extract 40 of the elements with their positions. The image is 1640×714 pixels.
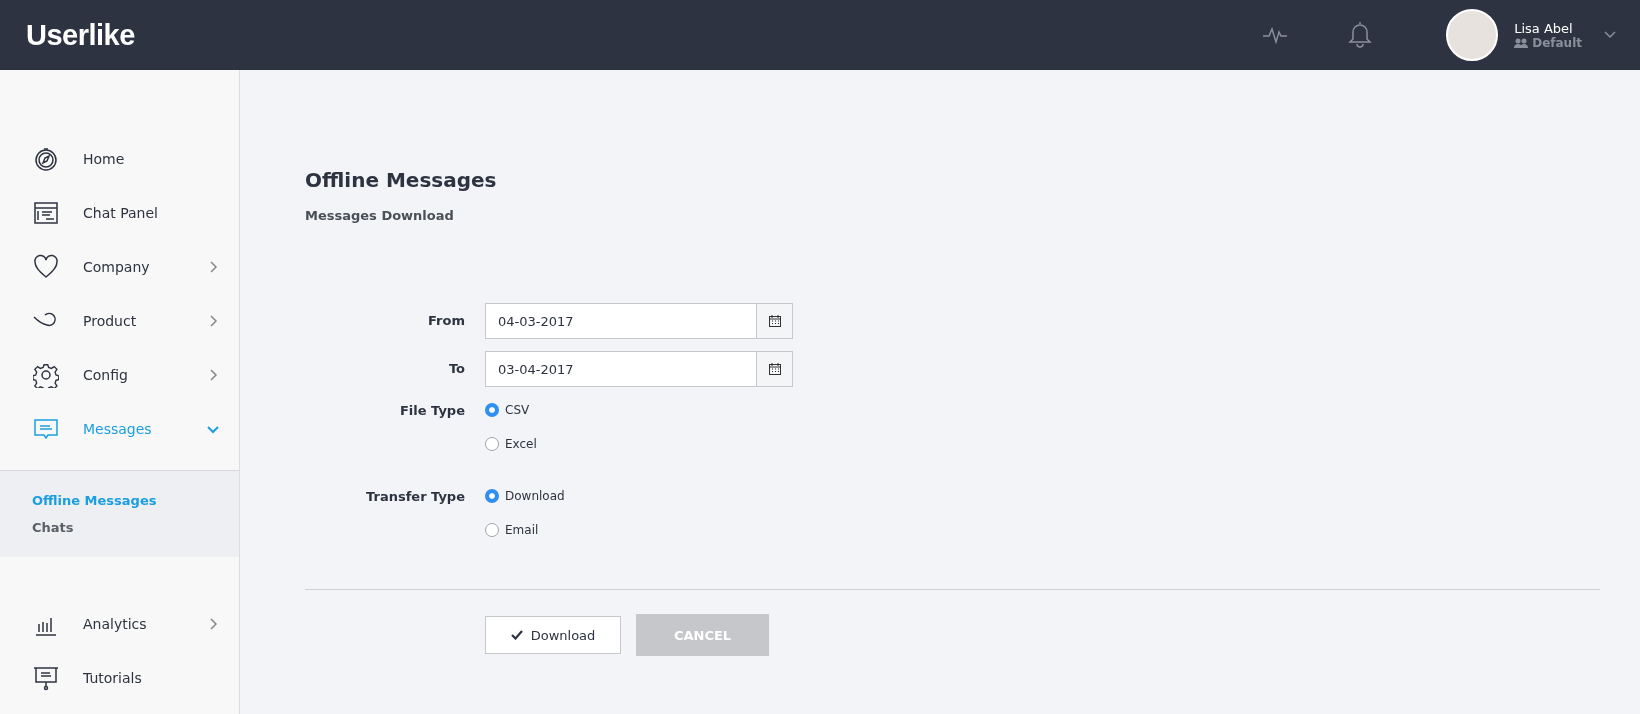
calendar-button[interactable]	[757, 351, 793, 387]
date-field[interactable]: 04-03-2017	[485, 303, 757, 339]
users-icon	[1514, 37, 1529, 48]
check-icon	[510, 630, 523, 640]
sidebar-item[interactable]: Tutorials	[0, 651, 239, 705]
field-label: To	[448, 360, 465, 378]
user-group: Default	[1532, 35, 1582, 50]
calendar-icon	[768, 363, 781, 375]
sidebar-item[interactable]: Product	[0, 294, 239, 348]
field-label: File Type	[399, 402, 465, 420]
compass-icon	[33, 146, 59, 172]
sidebar-item[interactable]: Company	[0, 240, 239, 294]
sidebar-item[interactable]: Config	[0, 348, 239, 402]
field-label: From	[428, 312, 465, 330]
gear-icon	[33, 362, 59, 388]
logo[interactable]: Userlike	[26, 18, 135, 52]
radio-option[interactable]: Email	[485, 523, 539, 537]
date-field[interactable]: 03-04-2017	[485, 351, 757, 387]
radio-option[interactable]: CSV	[485, 403, 530, 417]
download-button[interactable]: Download	[485, 616, 621, 654]
avatar[interactable]	[1446, 9, 1499, 61]
browser-window-icon	[33, 200, 59, 226]
calendar-button[interactable]	[757, 303, 793, 339]
calendar-icon	[768, 315, 781, 327]
presentation-board-icon	[33, 665, 59, 691]
radio-option[interactable]: Download	[485, 489, 565, 503]
chat-bubble-icon	[33, 416, 59, 442]
user-name: Lisa Abel	[1514, 20, 1574, 36]
heart-icon	[33, 254, 59, 280]
submenu-item[interactable]: Chats	[32, 520, 74, 535]
chevron-down-icon[interactable]	[1604, 31, 1616, 39]
pulse-icon[interactable]	[1262, 25, 1289, 45]
sidebar-item[interactable]: Chat Panel	[0, 186, 239, 240]
radio-option[interactable]: Excel	[485, 437, 537, 451]
bell-icon[interactable]	[1348, 22, 1373, 48]
page-title: Offline Messages	[305, 168, 498, 192]
sidebar-item[interactable]: Home	[0, 132, 239, 186]
sidebar-item[interactable]: Analytics	[0, 597, 239, 651]
field-label: Transfer Type	[366, 488, 465, 506]
page-subtitle: Messages Download	[305, 208, 455, 223]
